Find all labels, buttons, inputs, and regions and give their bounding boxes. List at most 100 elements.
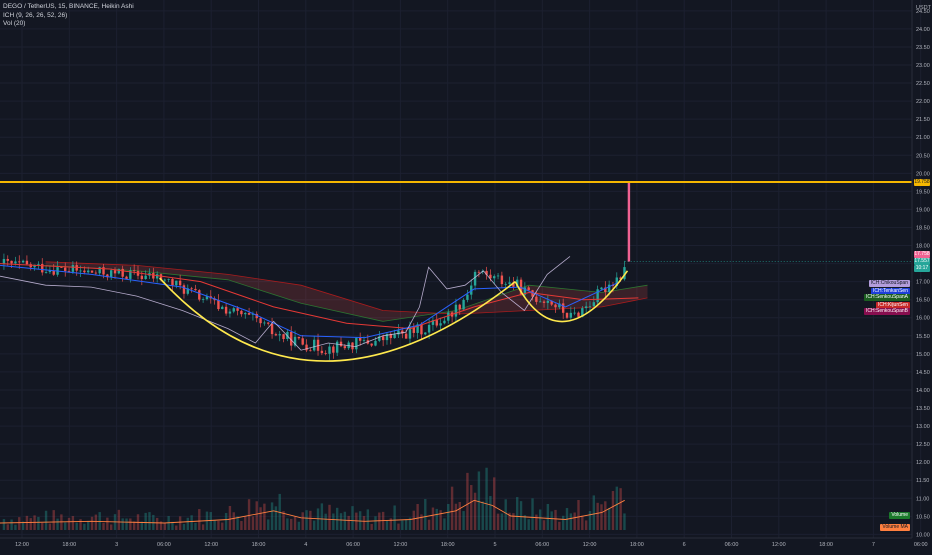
candle-body [412, 327, 415, 333]
candle-body [244, 313, 247, 315]
candle-body [527, 287, 530, 291]
volume-bar [332, 513, 335, 530]
candle-body [584, 306, 588, 309]
volume-bar [462, 511, 465, 530]
volume-tag[interactable]: Volume MA [880, 524, 910, 532]
volume-bar [577, 500, 580, 530]
volume-bar [485, 467, 488, 530]
volume-bar [213, 519, 216, 530]
volume-bar [320, 503, 324, 530]
time-tick-label: 7 [872, 542, 875, 548]
time-tick-label: 12:00 [15, 542, 29, 548]
time-tick-label: 06:00 [346, 542, 360, 548]
volume-bar [424, 499, 427, 530]
symbol-title[interactable]: DEGO / TetherUS, 15, BINANCE, Heikin Ash… [3, 3, 134, 12]
volume-bar [561, 515, 565, 530]
candle-body [155, 274, 159, 279]
volume-bar [102, 522, 105, 530]
candle-body [79, 270, 82, 272]
volume-bar [240, 521, 243, 530]
candle-body [175, 280, 178, 286]
volume-bar [596, 502, 599, 530]
time-tick-label: 12:00 [204, 542, 218, 548]
volume-bar [144, 512, 147, 530]
volume-bar [94, 514, 98, 530]
volume-legend[interactable]: Vol (20) [3, 20, 134, 29]
candle-body [477, 271, 481, 273]
candle-body [121, 268, 124, 277]
candle-body [332, 346, 335, 353]
candle-body [554, 304, 557, 308]
volume-bar [324, 513, 327, 530]
candle-body [309, 350, 312, 352]
volume-bar [155, 517, 159, 530]
volume-bar [236, 516, 239, 530]
price-tick-label: 21.00 [916, 135, 930, 141]
volume-bar [343, 511, 347, 530]
volume-bar [600, 504, 603, 530]
candle-body [577, 312, 580, 317]
candle-body [305, 344, 308, 351]
volume-bar [259, 507, 262, 530]
candle-body [87, 270, 90, 273]
volume-bar [190, 515, 193, 530]
volume-tag[interactable]: Volume [889, 512, 910, 520]
time-tick-label: 06:00 [157, 542, 171, 548]
volume-bar [378, 512, 381, 530]
indicator-tag[interactable]: ICH:SenkouSpanA [864, 293, 910, 301]
volume-bar [385, 520, 389, 530]
volume-bar [493, 477, 496, 530]
volume-bar [29, 518, 32, 530]
candle-body [167, 278, 170, 280]
volume-bar [393, 505, 396, 530]
candle-body [14, 261, 17, 264]
volume-bar [500, 513, 504, 530]
price-tick-label: 11.00 [916, 496, 929, 502]
candle-body [458, 304, 461, 310]
spike-candle [627, 182, 631, 262]
indicator-tag[interactable]: ICH:ChikouSpan [868, 279, 910, 287]
volume-bar [611, 491, 615, 530]
candle-body [427, 324, 431, 333]
chart-root[interactable]: 24.50 24.00 23.50 23.00 22.50 22.00 21.50 21.00… [0, 0, 932, 550]
volume-bar [542, 520, 546, 530]
volume-bar [573, 512, 576, 530]
volume-bar [588, 511, 592, 530]
time-tick-label: 18:00 [62, 542, 76, 548]
ichimoku-legend[interactable]: ICH (9, 26, 26, 52, 26) [3, 12, 134, 21]
price-tick-label: 13.50 [916, 406, 930, 412]
candle-body [21, 260, 25, 263]
volume-bar [198, 509, 201, 530]
volume-bar [186, 517, 189, 530]
volume-bar [201, 524, 205, 530]
volume-bar [535, 514, 538, 530]
candle-body [60, 267, 63, 268]
price-badge: 19.758 [914, 178, 930, 186]
volume-bar [309, 510, 312, 530]
volume-bar [286, 518, 289, 530]
volume-bar [458, 501, 461, 530]
price-tick-label: 22.00 [916, 99, 930, 105]
candle-body [297, 336, 301, 339]
candle-body [236, 308, 239, 311]
volume-bar [523, 515, 527, 530]
volume-bar [244, 515, 247, 530]
candle-body [324, 353, 327, 354]
volume-bar [312, 520, 316, 530]
time-tick-label: 5 [493, 542, 496, 548]
volume-bar [251, 516, 255, 530]
volume-bar [554, 509, 557, 530]
candle-body [328, 346, 331, 354]
volume-bar [604, 501, 607, 530]
candle-body [420, 324, 423, 335]
volume-bar [71, 516, 75, 530]
candle-body [163, 279, 167, 281]
volume-bar [519, 501, 523, 530]
indicator-tag[interactable]: ICH:SenkouSpanB [864, 307, 910, 315]
volume-ma-line [0, 499, 625, 524]
volume-bar [339, 513, 343, 530]
time-tick-label: 4 [304, 542, 307, 548]
price-chart[interactable]: 24.5024.0023.5023.0022.5022.0021.5021.00… [0, 0, 932, 550]
candle-body [496, 275, 500, 277]
price-tick-label: 20.50 [916, 153, 930, 159]
